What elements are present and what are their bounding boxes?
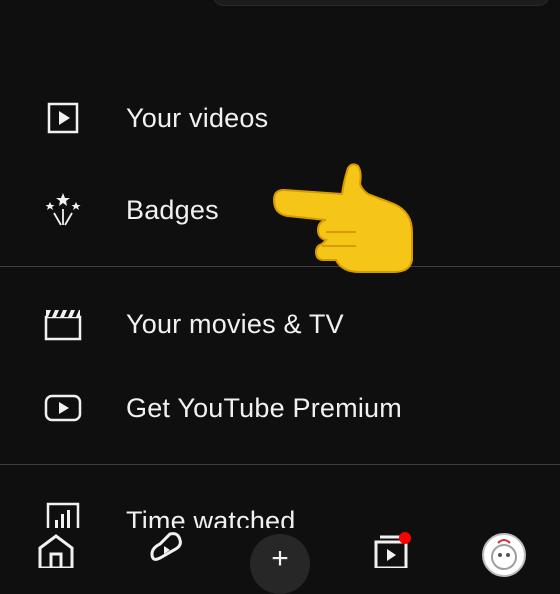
menu-item-label: Your videos [126, 102, 269, 133]
badges-fireworks-icon [44, 191, 82, 229]
plus-icon: + [271, 542, 289, 575]
video-play-icon [44, 99, 82, 137]
menu-item-your-videos[interactable]: Your videos [0, 82, 560, 154]
top-search-chip[interactable] [212, 0, 550, 6]
menu-item-your-movies-tv[interactable]: Your movies & TV [0, 288, 560, 360]
pointing-hand-emoji [272, 163, 413, 273]
notification-dot [399, 532, 411, 544]
youtube-play-icon [44, 389, 82, 427]
menu-item-label: Get YouTube Premium [126, 392, 402, 423]
shorts-icon[interactable] [142, 528, 192, 568]
menu-item-label: Your movies & TV [126, 308, 344, 339]
home-icon[interactable] [32, 528, 82, 570]
clapperboard-icon [44, 305, 82, 343]
divider [0, 464, 560, 465]
you-avatar[interactable] [482, 533, 526, 577]
subscriptions-icon[interactable] [368, 528, 418, 570]
menu-item-get-youtube-premium[interactable]: Get YouTube Premium [0, 372, 560, 444]
menu-item-label: Badges [126, 194, 219, 225]
create-button[interactable]: + [250, 534, 310, 594]
